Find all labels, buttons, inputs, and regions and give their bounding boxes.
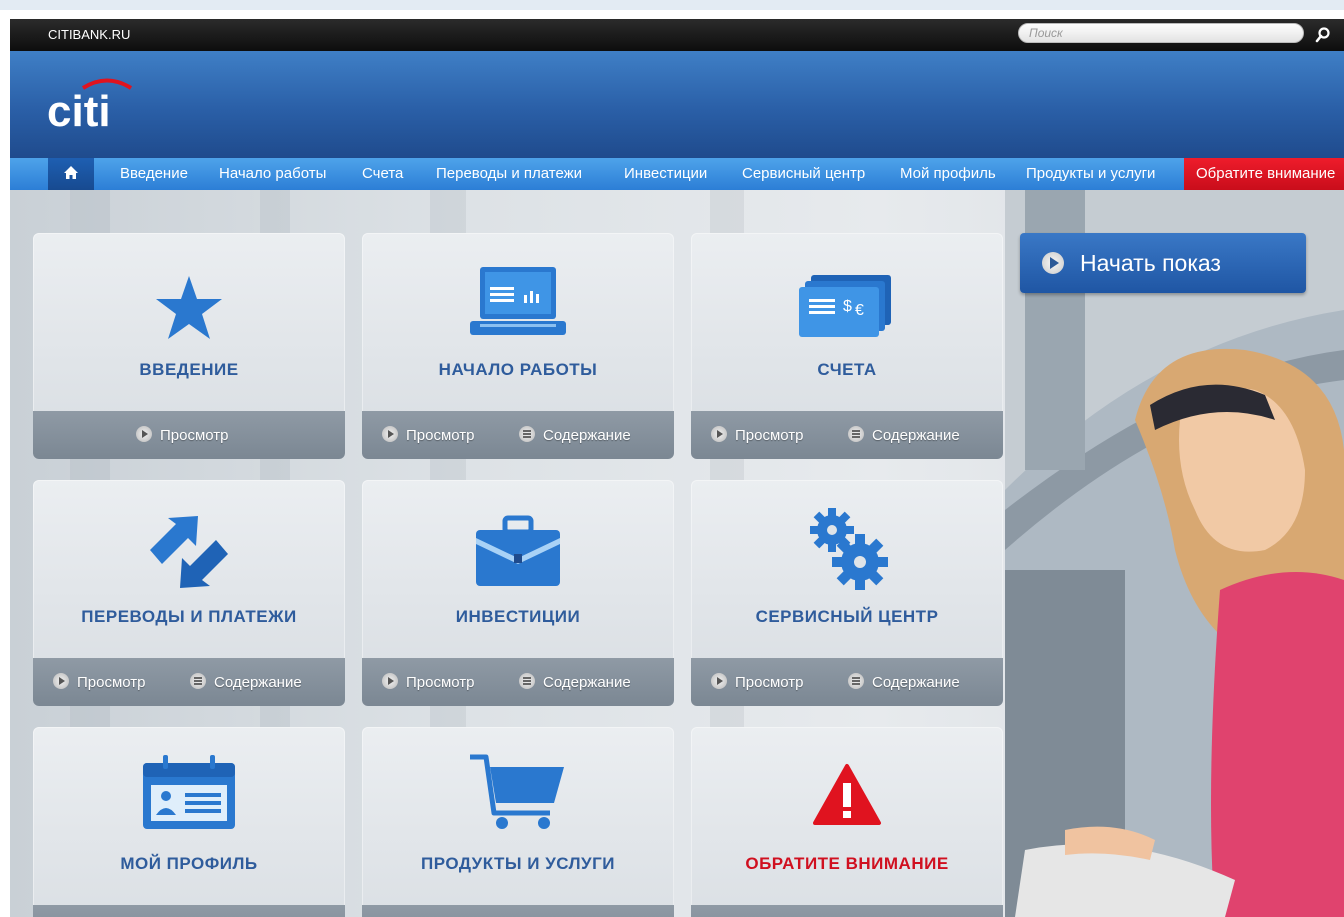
nav-item-intro[interactable]: Введение bbox=[120, 165, 188, 182]
list-icon bbox=[519, 426, 535, 442]
tile-getting-started[interactable]: НАЧАЛО РАБОТЫ Просмотр Содержание bbox=[362, 233, 674, 459]
tile-intro[interactable]: ВВЕДЕНИЕ Просмотр bbox=[33, 233, 345, 459]
view-button[interactable]: Просмотр bbox=[382, 426, 475, 444]
transfer-arrows-icon bbox=[150, 516, 228, 588]
list-icon bbox=[190, 673, 206, 689]
tile-title: СЕРВИСНЫЙ ЦЕНТР bbox=[755, 607, 939, 626]
tile-title: СЧЕТА bbox=[817, 360, 877, 379]
nav-item-my-profile[interactable]: Мой профиль bbox=[900, 165, 996, 182]
page: CITIBANK.RU citi Введение Начало работы … bbox=[10, 0, 1344, 917]
shopping-cart-icon bbox=[470, 754, 564, 829]
list-icon bbox=[848, 426, 864, 442]
main-nav: Введение Начало работы Счета Переводы и … bbox=[10, 158, 1344, 190]
tile-title: ПРОДУКТЫ И УСЛУГИ bbox=[420, 854, 615, 873]
gears-icon bbox=[810, 508, 888, 590]
tile-title: ИНВЕСТИЦИИ bbox=[455, 607, 581, 626]
laptop-icon bbox=[470, 267, 566, 335]
play-icon bbox=[53, 673, 69, 689]
view-button[interactable]: Просмотр bbox=[711, 673, 804, 691]
citi-logo[interactable]: citi bbox=[45, 71, 135, 131]
view-button[interactable]: Просмотр bbox=[711, 426, 804, 444]
play-icon bbox=[136, 426, 152, 442]
tile-footer bbox=[33, 905, 345, 917]
tile-accounts[interactable]: $ € СЧЕТА Просмотр Содержание bbox=[691, 233, 1003, 459]
header: citi bbox=[10, 51, 1344, 158]
tile-footer: Просмотр Содержание bbox=[691, 411, 1003, 459]
site-name-link[interactable]: CITIBANK.RU bbox=[48, 27, 130, 42]
nav-item-products[interactable]: Продукты и услуги bbox=[1026, 165, 1155, 182]
tile-footer: Просмотр Содержание bbox=[362, 411, 674, 459]
tile-footer bbox=[691, 905, 1003, 917]
contents-button[interactable]: Содержание bbox=[519, 426, 631, 444]
nav-item-accounts[interactable]: Счета bbox=[362, 165, 403, 182]
tile-footer: Просмотр Содержание bbox=[33, 658, 345, 706]
play-icon bbox=[711, 673, 727, 689]
tile-attention[interactable]: ОБРАТИТЕ ВНИМАНИЕ bbox=[691, 727, 1003, 917]
search-input[interactable] bbox=[1018, 23, 1304, 43]
nav-item-getting-started[interactable]: Начало работы bbox=[219, 165, 326, 182]
tile-title: НАЧАЛО РАБОТЫ bbox=[438, 360, 598, 379]
start-show-label: Начать показ bbox=[1080, 250, 1221, 276]
content-area: ВВЕДЕНИЕ Просмотр НАЧАЛО РАБОТЫ Просмотр… bbox=[10, 190, 1344, 917]
play-icon bbox=[1042, 252, 1064, 274]
accounts-icon: $ € bbox=[799, 275, 891, 337]
tile-title: МОЙ ПРОФИЛЬ bbox=[120, 854, 258, 873]
tile-footer: Просмотр bbox=[33, 411, 345, 459]
tile-products[interactable]: ПРОДУКТЫ И УСЛУГИ bbox=[362, 727, 674, 917]
tile-investments[interactable]: ИНВЕСТИЦИИ Просмотр Содержание bbox=[362, 480, 674, 706]
contents-button[interactable]: Содержание bbox=[848, 426, 960, 444]
nav-item-attention[interactable]: Обратите внимание bbox=[1184, 158, 1344, 190]
tile-title: ВВЕДЕНИЕ bbox=[139, 360, 239, 379]
tile-transfers[interactable]: ПЕРЕВОДЫ И ПЛАТЕЖИ Просмотр Содержание bbox=[33, 480, 345, 706]
warning-icon bbox=[813, 764, 881, 825]
play-icon bbox=[711, 426, 727, 442]
profile-card-icon bbox=[143, 755, 235, 829]
nav-item-service-center[interactable]: Сервисный центр bbox=[742, 165, 865, 182]
tile-service-center[interactable]: СЕРВИСНЫЙ ЦЕНТР Просмотр Содержание bbox=[691, 480, 1003, 706]
top-bar: CITIBANK.RU bbox=[10, 19, 1344, 51]
contents-button[interactable]: Содержание bbox=[190, 673, 302, 691]
tile-my-profile[interactable]: МОЙ ПРОФИЛЬ bbox=[33, 727, 345, 917]
svg-text:€: € bbox=[855, 302, 864, 319]
home-icon bbox=[64, 166, 78, 179]
tile-title: ОБРАТИТЕ ВНИМАНИЕ bbox=[745, 854, 949, 873]
start-show-button[interactable]: Начать показ bbox=[1020, 233, 1306, 293]
briefcase-icon bbox=[476, 515, 560, 586]
contents-button[interactable]: Содержание bbox=[848, 673, 960, 691]
promo-photo bbox=[1005, 190, 1344, 917]
nav-item-transfers[interactable]: Переводы и платежи bbox=[436, 165, 582, 182]
tile-title: ПЕРЕВОДЫ И ПЛАТЕЖИ bbox=[81, 607, 297, 626]
home-button[interactable] bbox=[48, 158, 94, 190]
play-icon bbox=[382, 426, 398, 442]
view-button[interactable]: Просмотр bbox=[382, 673, 475, 691]
svg-text:$: $ bbox=[843, 298, 852, 315]
view-button[interactable]: Просмотр bbox=[53, 673, 146, 691]
star-icon bbox=[156, 276, 222, 339]
svg-text:citi: citi bbox=[47, 87, 111, 131]
nav-item-investments[interactable]: Инвестиции bbox=[624, 165, 707, 182]
play-icon bbox=[382, 673, 398, 689]
contents-button[interactable]: Содержание bbox=[519, 673, 631, 691]
list-icon bbox=[848, 673, 864, 689]
list-icon bbox=[519, 673, 535, 689]
view-button[interactable]: Просмотр bbox=[136, 426, 229, 444]
search-icon[interactable] bbox=[1314, 26, 1332, 44]
tile-footer: Просмотр Содержание bbox=[362, 658, 674, 706]
tile-footer bbox=[362, 905, 674, 917]
tile-footer: Просмотр Содержание bbox=[691, 658, 1003, 706]
